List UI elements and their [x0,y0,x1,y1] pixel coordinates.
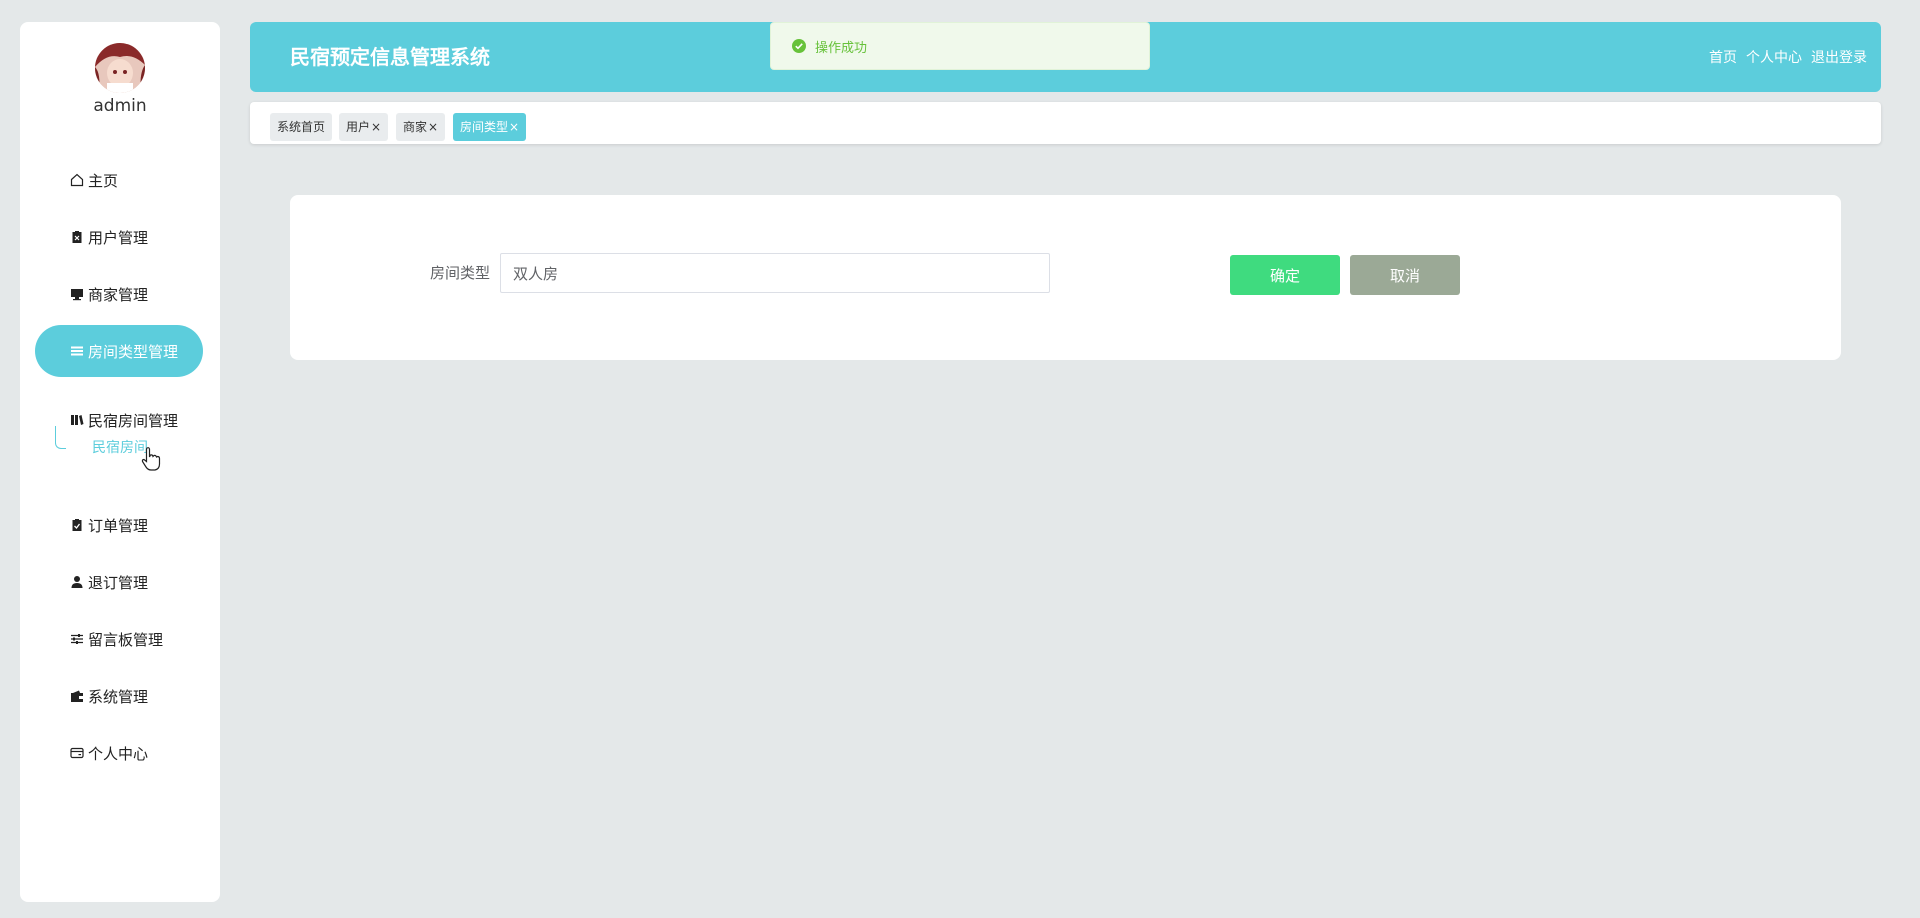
tab-label: 系统首页 [277,120,326,134]
tab-label: 用户 [346,120,371,134]
header-link-personal-center[interactable]: 个人中心 [1746,47,1802,67]
close-icon[interactable]: × [509,120,519,134]
sidebar-item-label: 主页 [88,171,119,190]
list-icon [70,344,84,358]
sidebar-item-system-management[interactable]: 系统管理 [35,670,203,722]
card-icon [70,746,84,760]
sidebar-item-label: 商家管理 [88,285,149,304]
sliders-icon [70,632,84,646]
confirm-button[interactable]: 确定 [1230,255,1340,295]
tabs-bar: 系统首页 用户× 商家× 房间类型× [250,102,1881,144]
avatar-image [95,43,145,93]
close-icon[interactable]: × [428,120,438,134]
person-icon [70,575,84,589]
submenu-connector [55,426,66,449]
check-circle-icon [792,39,806,53]
form-card: 房间类型 确定 取消 [290,195,1841,360]
sidebar-item-label: 房间类型管理 [88,342,179,361]
sidebar-item-order-management[interactable]: 订单管理 [35,499,203,551]
cancel-button[interactable]: 取消 [1350,255,1460,295]
room-type-input[interactable] [500,253,1050,293]
tab-label: 房间类型 [460,120,509,134]
tab-room-type[interactable]: 房间类型× [453,113,527,141]
monitor-icon [70,287,84,301]
header-link-home[interactable]: 首页 [1709,47,1737,67]
sidebar-item-label: 订单管理 [88,516,149,535]
user-mgmt-icon [70,230,84,244]
toast-message: 操作成功 [815,40,868,56]
sidebar-item-label: 系统管理 [88,687,149,706]
books-icon [70,413,84,427]
wallet-icon [70,689,84,703]
header-links: 首页 个人中心 退出登录 [1709,22,1867,92]
app-title: 民宿预定信息管理系统 [290,45,490,69]
sidebar-item-label: 个人中心 [88,744,149,763]
tab-system-home[interactable]: 系统首页 [270,113,333,141]
header-link-logout[interactable]: 退出登录 [1811,47,1867,67]
tab-user[interactable]: 用户× [339,113,389,141]
sidebar-item-message-board-management[interactable]: 留言板管理 [35,613,203,665]
sidebar-item-cancellation-management[interactable]: 退订管理 [35,556,203,608]
tab-label: 商家 [403,120,428,134]
sidebar-item-label: 留言板管理 [88,630,164,649]
sidebar-item-personal-center[interactable]: 个人中心 [35,727,203,779]
username: admin [93,96,147,116]
success-toast: 操作成功 [770,22,1150,70]
clipboard-check-icon [70,518,84,532]
avatar[interactable] [95,43,145,93]
room-type-label: 房间类型 [429,264,490,282]
sidebar-item-merchant-management[interactable]: 商家管理 [35,268,203,320]
sidebar-item-label: 用户管理 [88,228,149,247]
sidebar: admin 主页 用户管理 商家管理 房间类型管理 民宿房间管理 民宿房间 订单… [20,22,220,902]
tab-merchant[interactable]: 商家× [396,113,446,141]
sidebar-item-user-management[interactable]: 用户管理 [35,211,203,263]
sidebar-item-label: 退订管理 [88,573,149,592]
home-icon [70,173,84,187]
sidebar-item-room-type-management[interactable]: 房间类型管理 [35,325,203,377]
sidebar-item-home[interactable]: 主页 [35,154,203,206]
close-icon[interactable]: × [371,120,381,134]
hand-cursor-icon [141,447,161,471]
sidebar-item-label: 民宿房间管理 [88,411,179,430]
